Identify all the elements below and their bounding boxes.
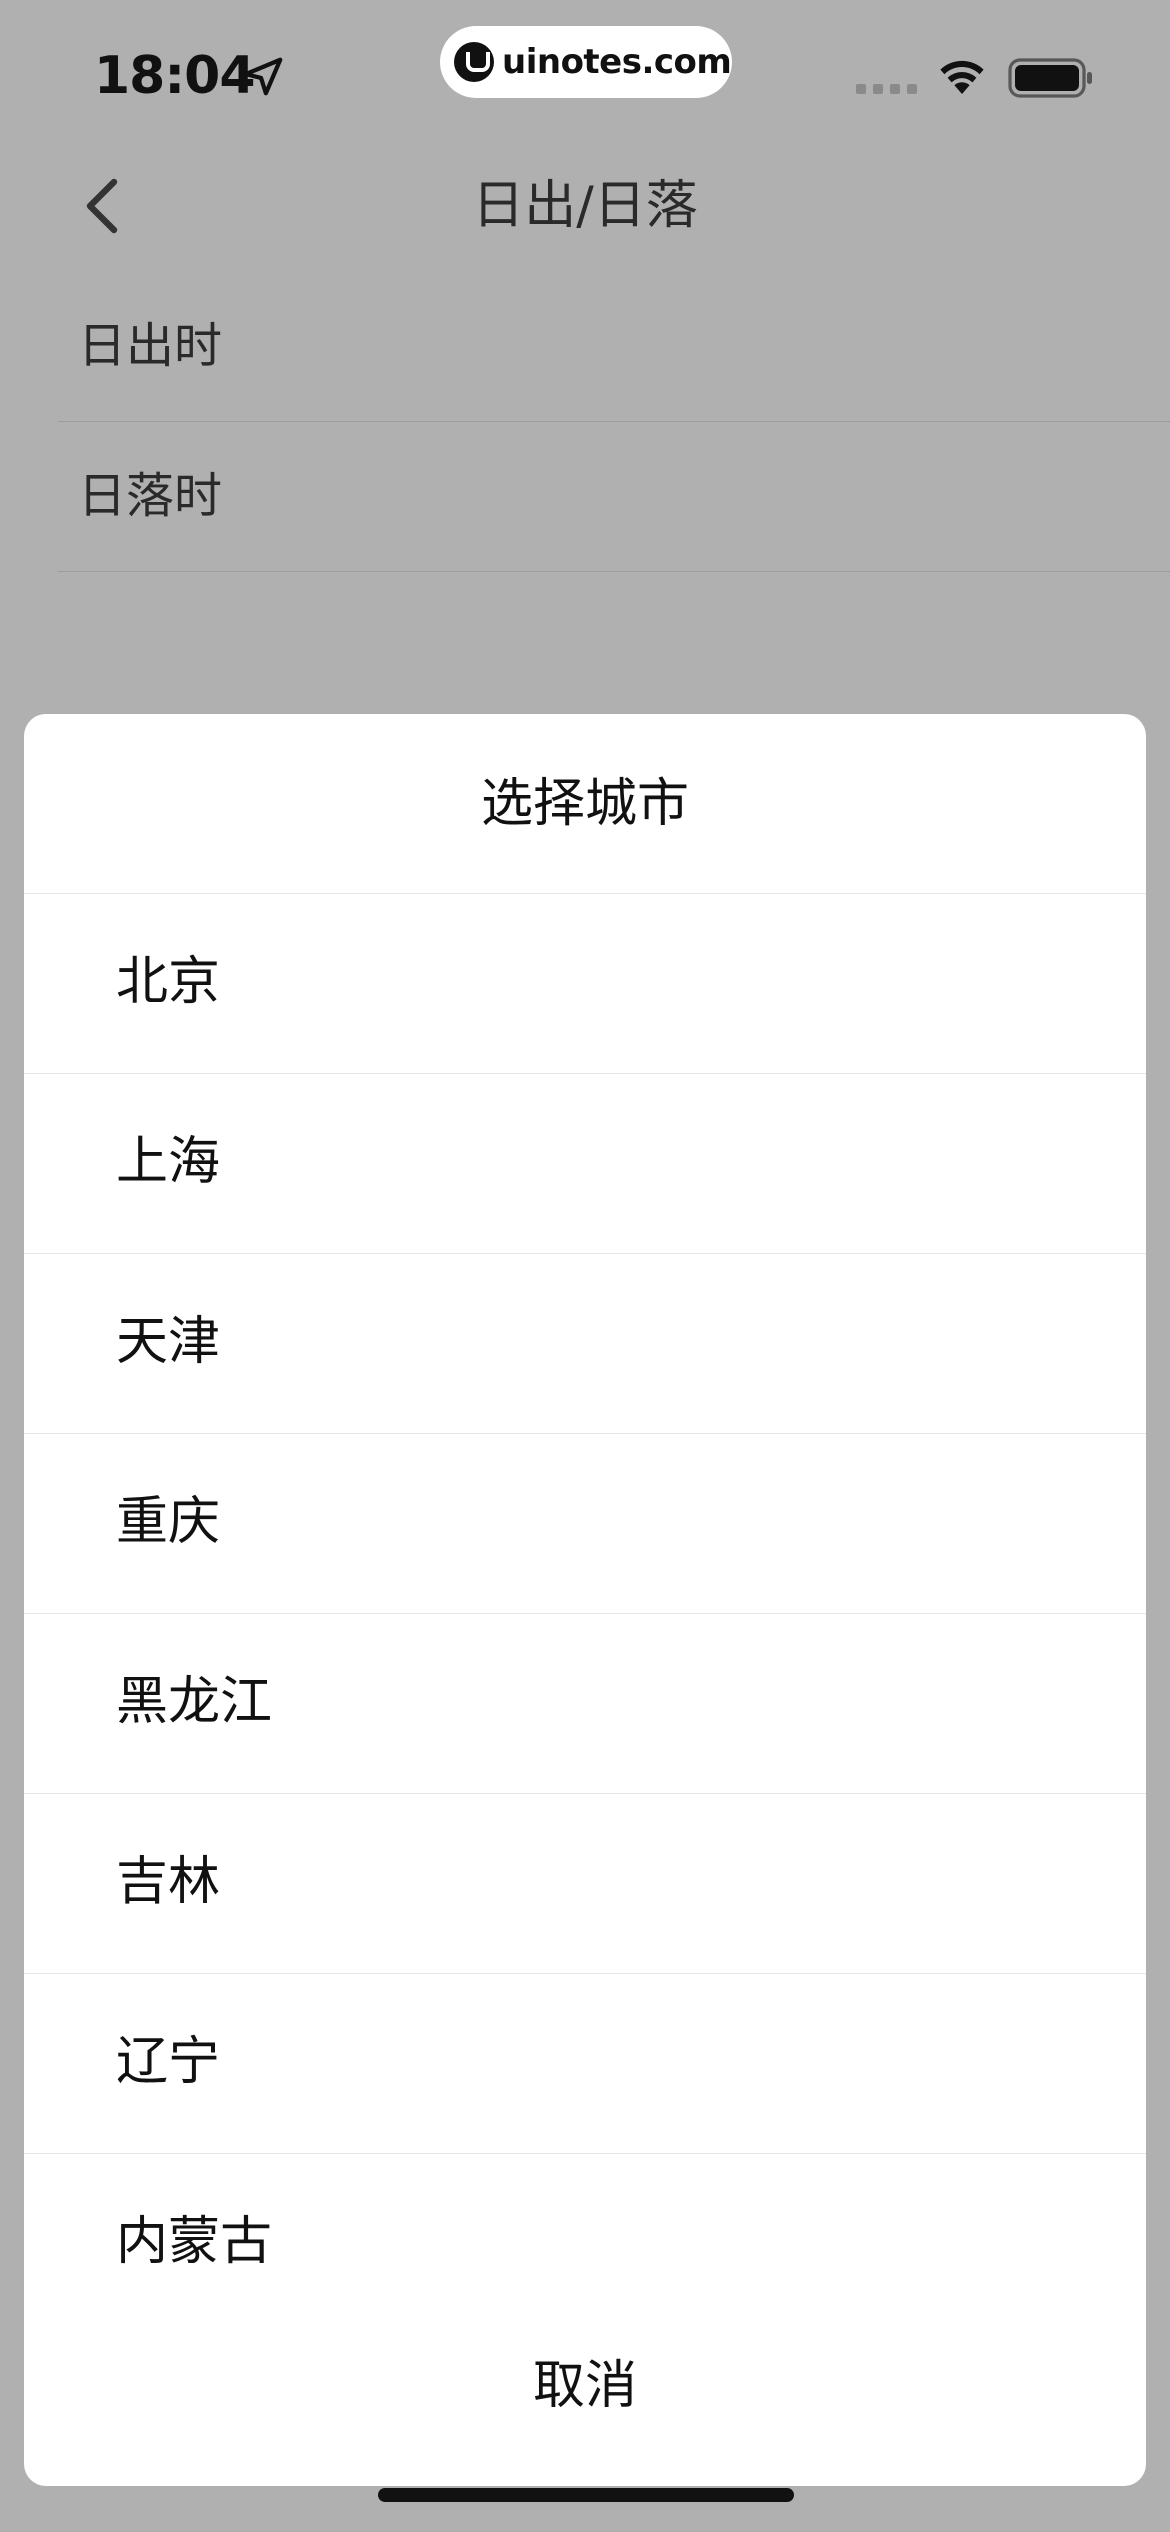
city-label: 吉林 [116,1852,221,1912]
location-arrow-icon [243,57,283,96]
city-item-jilin[interactable]: 吉林 [24,1794,1146,1974]
city-label: 上海 [116,1132,221,1192]
city-item-chongqing[interactable]: 重庆 [24,1434,1146,1614]
city-label: 天津 [116,1312,221,1372]
city-item-neimenggu[interactable]: 内蒙古 [24,2154,1146,2334]
sheet-title: 选择城市 [24,714,1146,894]
cancel-button[interactable]: 取消 [24,2338,1146,2434]
sunrise-time-label: 日出时 [78,318,223,374]
status-time: 18:04 [94,46,256,106]
site-badge: uinotes.com [440,26,732,98]
site-badge-text: uinotes.com [502,42,732,82]
city-item-beijing[interactable]: 北京 [24,894,1146,1074]
sunset-time-row[interactable]: 日落时 [58,422,1170,572]
city-label: 北京 [116,952,221,1012]
home-indicator[interactable] [378,2488,794,2502]
site-logo-icon [454,42,494,82]
page-title: 日出/日落 [472,176,698,236]
wifi-icon [940,60,984,94]
city-label: 黑龙江 [116,1672,273,1732]
city-item-tianjin[interactable]: 天津 [24,1254,1146,1434]
sunrise-time-row[interactable]: 日出时 [58,272,1170,422]
city-label: 重庆 [116,1492,221,1552]
sunset-time-label: 日落时 [78,468,223,524]
city-label: 内蒙古 [116,2212,273,2272]
city-item-heilongjiang[interactable]: 黑龙江 [24,1614,1146,1794]
cellular-signal-icon [856,84,917,94]
battery-icon [1008,58,1092,98]
city-picker-sheet: 选择城市 北京 上海 天津 重庆 黑龙江 吉林 辽宁 内蒙古 取消 [24,714,1146,2486]
city-item-shanghai[interactable]: 上海 [24,1074,1146,1254]
city-item-liaoning[interactable]: 辽宁 [24,1974,1146,2154]
city-label: 辽宁 [116,2032,221,2092]
